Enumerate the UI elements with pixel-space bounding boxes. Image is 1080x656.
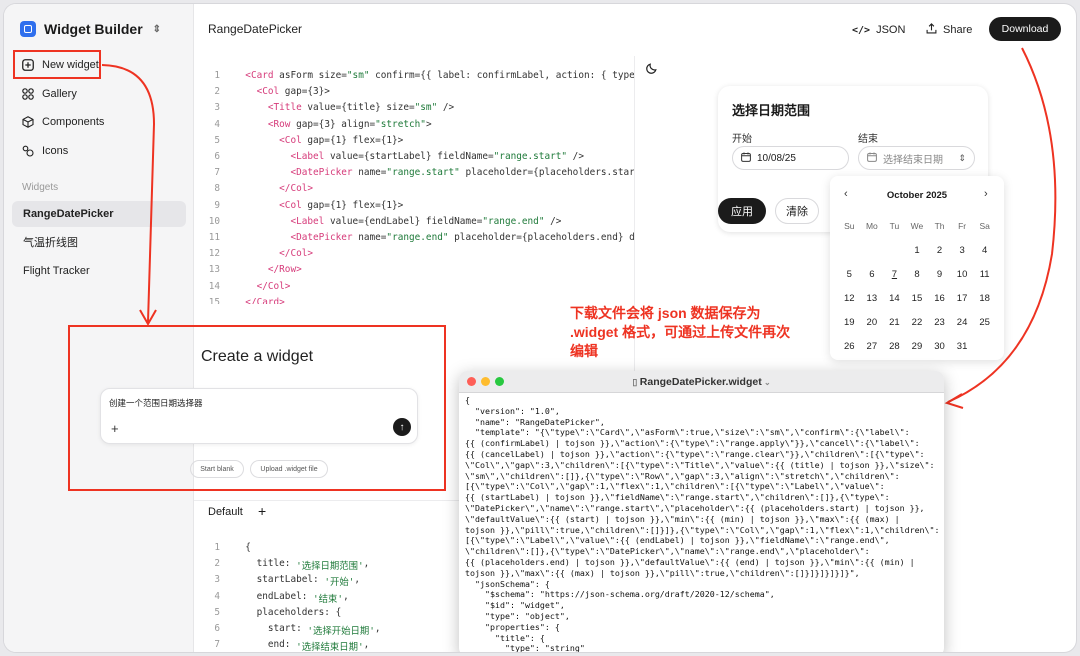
file-line: "name": "RangeDatePicker",	[465, 416, 605, 427]
file-line: "jsonSchema": {	[465, 578, 550, 589]
file-line: "template": "{\"type\":\"Card\",\"asForm…	[465, 427, 910, 438]
file-content: { "version": "1.0", "name": "RangeDatePi…	[465, 395, 943, 652]
file-line: "$id": "widget",	[465, 600, 565, 611]
file-line: [{\"type\":\"Label\",\"value\":{{ (endLa…	[465, 535, 890, 546]
file-line: {{ (placeholders.end) | tojson }},\"defa…	[465, 556, 915, 567]
file-line: {{ (confirmLabel) | tojson }},\"action\"…	[465, 438, 920, 449]
file-line: "type": "string"	[465, 643, 585, 652]
file-line: \"Col\",\"gap\":3,\"children\":[{\"type\…	[465, 459, 935, 470]
file-line: "$schema": "https://json-schema.org/draf…	[465, 589, 775, 600]
file-line: \"DatePicker\",\"name\":\"range.start\",…	[465, 502, 925, 513]
file-line: tojson }},\"pill\":true,\"children\":[]}…	[465, 524, 940, 535]
file-line: \"sm\",\"children\":[]},{\"type\":\"Row\…	[465, 470, 900, 481]
file-line: [{\"type\":\"Col\",\"gap\":1,\"flex\":1,…	[465, 481, 885, 492]
window-title: ▯ RangeDatePicker.widget ⌄	[632, 376, 771, 388]
file-line: "title": {	[465, 632, 545, 643]
file-line: {	[465, 395, 470, 405]
file-line: {{ (cancelLabel) | tojson }},\"action\":…	[465, 448, 925, 459]
file-icon: ▯	[632, 377, 640, 387]
file-line: tojson }},\"max\":{{ (max) | tojson }},\…	[465, 567, 860, 578]
widget-file-window: ▯ RangeDatePicker.widget ⌄ { "version": …	[459, 371, 944, 652]
annotation-note: 下载文件会将 json 数据保存为 .widget 格式，可通过上传文件再次编辑	[570, 305, 791, 359]
file-line: "properties": {	[465, 621, 560, 632]
file-line: \"children\":[]},{\"type\":\"DatePicker\…	[465, 546, 870, 557]
file-line: "type": "object",	[465, 610, 570, 621]
window-title-bar: ▯ RangeDatePicker.widget ⌄	[459, 371, 944, 393]
file-line: {{ (startLabel) | tojson }},\"fieldName\…	[465, 492, 890, 503]
app-window: Widget Builder ⇕ New widget Gallery Comp…	[4, 4, 1076, 652]
file-line: \"defaultValue\":{{ (start) | tojson }},…	[465, 513, 900, 524]
file-line: "version": "1.0",	[465, 405, 560, 416]
